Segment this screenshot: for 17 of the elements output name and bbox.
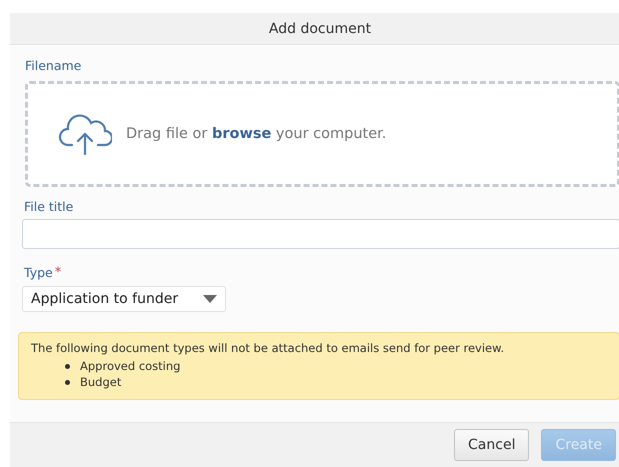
type-label: Type	[24, 265, 53, 280]
notice-item: Approved costing	[80, 359, 180, 373]
bullet-icon	[65, 380, 70, 384]
notice-text: The following document types will not be attached to emails send for peer review.	[31, 341, 506, 355]
caret-icon	[203, 295, 217, 303]
dialog-title: Add document	[268, 20, 372, 36]
file-title-label: File title	[24, 199, 74, 214]
type-dropdown[interactable]: Application to funder	[22, 286, 226, 312]
drop-zone-text: Drag file or browse your computer.	[126, 126, 386, 142]
notice-item: Budget	[80, 375, 122, 389]
bullet-icon	[65, 364, 70, 368]
cloud-upload-icon	[58, 113, 112, 155]
cancel-button[interactable]: Cancel	[454, 429, 530, 461]
filename-label: Filename	[25, 58, 82, 73]
drop-zone[interactable]: Drag file or browse your computer.	[25, 81, 619, 187]
required-mark: *	[54, 265, 62, 280]
file-title-field[interactable]	[22, 219, 619, 249]
